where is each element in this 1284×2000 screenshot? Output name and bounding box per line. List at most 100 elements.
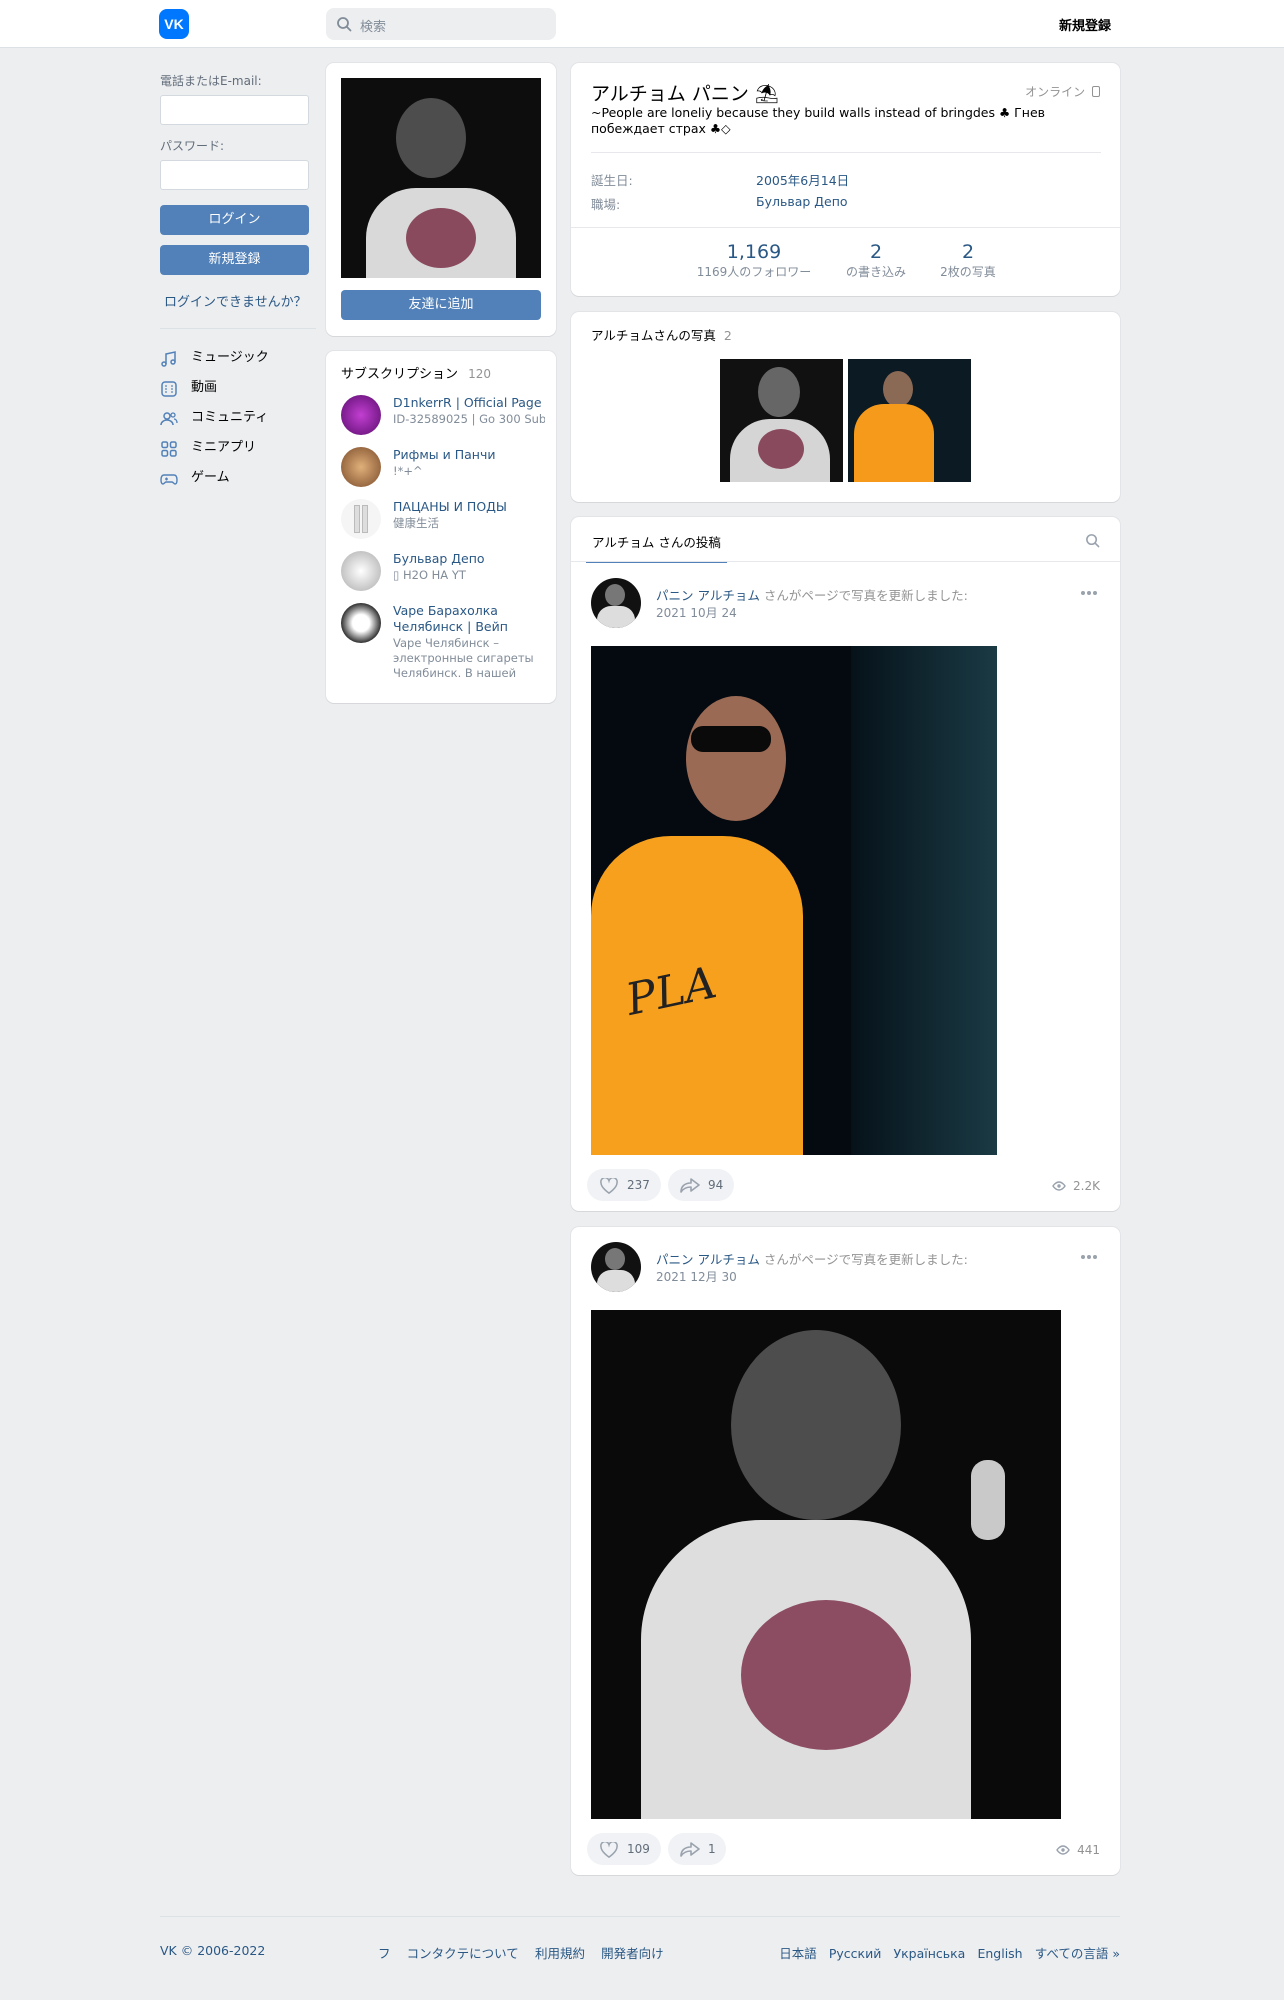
photo-thumb[interactable] xyxy=(720,359,843,482)
like-button[interactable]: 109 xyxy=(587,1833,661,1865)
mobile-icon xyxy=(1092,86,1100,97)
gamepad-icon xyxy=(160,474,178,485)
subscription-item[interactable]: Vape Барахолка Челябинск | Вейп Vape Чел… xyxy=(341,603,546,688)
apps-icon xyxy=(161,441,177,457)
heart-icon xyxy=(600,1178,618,1194)
share-button[interactable]: 1 xyxy=(668,1833,726,1865)
like-button[interactable]: 237 xyxy=(587,1169,661,1201)
photos-header[interactable]: アルチョムさんの写真 2 xyxy=(591,325,732,344)
eye-icon xyxy=(1056,1845,1071,1855)
post-photo[interactable] xyxy=(591,1310,1061,1819)
name-emoji: ⛱ xyxy=(754,83,780,105)
subscription-desc: Челябинск. В нашей xyxy=(393,666,517,680)
like-count: 237 xyxy=(627,1178,650,1192)
subscription-name[interactable]: D1nkerrR | Official Page xyxy=(393,395,545,411)
subscriptions-header[interactable]: サブスクリプション 120 xyxy=(341,363,491,382)
profile-photo[interactable] xyxy=(341,78,541,278)
post-author[interactable]: パニン アルチョム xyxy=(656,1252,760,1267)
post-author[interactable]: パニン アルチョム xyxy=(656,588,760,603)
subscription-desc: ID-32589025 | Go 300 Sub… xyxy=(393,412,545,426)
photos-count: 2 xyxy=(723,328,732,343)
like-count: 109 xyxy=(627,1842,650,1856)
nav-label: 動画 xyxy=(191,380,218,395)
views: 441 xyxy=(1056,1843,1100,1857)
video-icon xyxy=(161,381,177,397)
nav-label: ゲーム xyxy=(191,470,230,485)
nav-label: ミュージック xyxy=(191,350,269,365)
language-link[interactable]: English xyxy=(977,1946,1022,1961)
profile-status: ~People are loneliy because they build w… xyxy=(591,105,1046,136)
online-label: オンライン xyxy=(1025,85,1086,99)
view-count: 2.2K xyxy=(1073,1179,1100,1193)
footer-link[interactable]: コンタクテについて xyxy=(407,1946,519,1961)
subscription-desc: !*+^ xyxy=(393,464,423,478)
avatar xyxy=(341,603,381,643)
wall-tab[interactable]: アルチョム さんの投稿 xyxy=(586,532,727,563)
stat-followers[interactable]: 1,169 1169人のフォロワー xyxy=(689,241,819,280)
more-icon[interactable] xyxy=(1080,590,1098,596)
photos-title: アルチョムさんの写真 xyxy=(591,328,716,343)
stat-photos[interactable]: 2 2枚の写真 xyxy=(923,241,1013,280)
photo-thumb[interactable] xyxy=(848,359,971,482)
avatar xyxy=(341,395,381,435)
post-photo[interactable]: PLA xyxy=(591,646,997,1155)
add-friend-button[interactable]: 友達に追加 xyxy=(341,290,541,320)
more-icon[interactable] xyxy=(1080,1254,1098,1260)
post-card: パニン アルチョム さんがページで写真を更新しました: 2021 12月 30 … xyxy=(571,1227,1120,1875)
stat-posts[interactable]: 2 の書き込み xyxy=(831,241,921,280)
views: 2.2K xyxy=(1052,1179,1100,1193)
password-label: パスワード: xyxy=(160,139,225,153)
language-link[interactable]: Русский xyxy=(829,1946,881,1961)
search-placeholder: 検索 xyxy=(360,20,387,35)
music-icon xyxy=(161,351,176,367)
footer-link[interactable]: 利用規約 xyxy=(535,1946,585,1961)
subscription-item[interactable]: ПАЦАНЫ И ПОДЫ 健康生活 xyxy=(341,499,546,541)
work-value[interactable]: Бульвар Депо xyxy=(756,194,848,209)
profile-name: アルチョム パニン xyxy=(591,83,749,105)
birthday-value[interactable]: 2005年6月14日 xyxy=(756,170,849,189)
share-icon xyxy=(680,1178,700,1193)
share-button[interactable]: 94 xyxy=(668,1169,734,1201)
subscription-desc: Vape Челябинск – xyxy=(393,636,500,650)
language-link[interactable]: すべての言語 » xyxy=(1035,1946,1120,1961)
language-link[interactable]: Українська xyxy=(893,1946,965,1961)
password-input[interactable] xyxy=(160,160,309,190)
post-header: パニン アルチョム さんがページで写真を更新しました: xyxy=(656,585,968,604)
work-label: 職場: xyxy=(591,197,621,212)
subscription-desc: 健康生活 xyxy=(393,516,439,530)
login-button[interactable]: ログイン xyxy=(160,205,309,235)
stat-value: 2 xyxy=(961,241,975,263)
stat-value: 2 xyxy=(869,241,883,263)
share-count: 94 xyxy=(708,1178,724,1192)
subscription-item[interactable]: D1nkerrR | Official Page ID-32589025 | G… xyxy=(341,395,546,437)
signup-button[interactable]: 新規登録 xyxy=(160,245,309,275)
community-icon xyxy=(160,412,178,426)
vk-logo[interactable]: VK xyxy=(159,9,189,39)
search-icon[interactable] xyxy=(1085,533,1100,548)
avatar[interactable] xyxy=(591,1242,641,1292)
phone-input[interactable] xyxy=(160,95,309,125)
subscriptions-count: 120 xyxy=(468,367,492,381)
divider xyxy=(160,328,316,329)
subscription-name[interactable]: ПАЦАНЫ И ПОДЫ xyxy=(393,499,545,515)
search-box[interactable]: 検索 xyxy=(326,8,556,40)
forgot-link[interactable]: ログインできませんか？ xyxy=(164,291,307,310)
subscription-item[interactable]: Рифмы и Панчи !*+^ xyxy=(341,447,546,489)
post-date[interactable]: 2021 12月 30 xyxy=(656,1268,737,1285)
footer-link[interactable]: フ xyxy=(378,1946,391,1961)
signup-link[interactable]: 新規登録 xyxy=(1059,15,1111,34)
phone-label: 電話またはE-mail: xyxy=(160,74,262,88)
subscription-name[interactable]: Рифмы и Панчи xyxy=(393,447,545,463)
post-date[interactable]: 2021 10月 24 xyxy=(656,604,737,621)
subscription-name[interactable]: Бульвар Депо xyxy=(393,551,545,567)
share-icon xyxy=(680,1842,700,1857)
nav-label: コミュニティ xyxy=(191,410,269,425)
avatar xyxy=(341,499,381,539)
subscriptions-card: サブスクリプション 120 D1nkerrR | Official Page I… xyxy=(326,351,556,703)
share-count: 1 xyxy=(708,1842,716,1856)
subscription-item[interactable]: Бульвар Депо ▯ H2O НА YT xyxy=(341,551,546,593)
subscription-name[interactable]: Vape Барахолка Челябинск | Вейп xyxy=(393,603,545,635)
footer-link[interactable]: 開発者向け xyxy=(601,1946,664,1961)
language-link[interactable]: 日本語 xyxy=(779,1946,817,1961)
avatar[interactable] xyxy=(591,578,641,628)
